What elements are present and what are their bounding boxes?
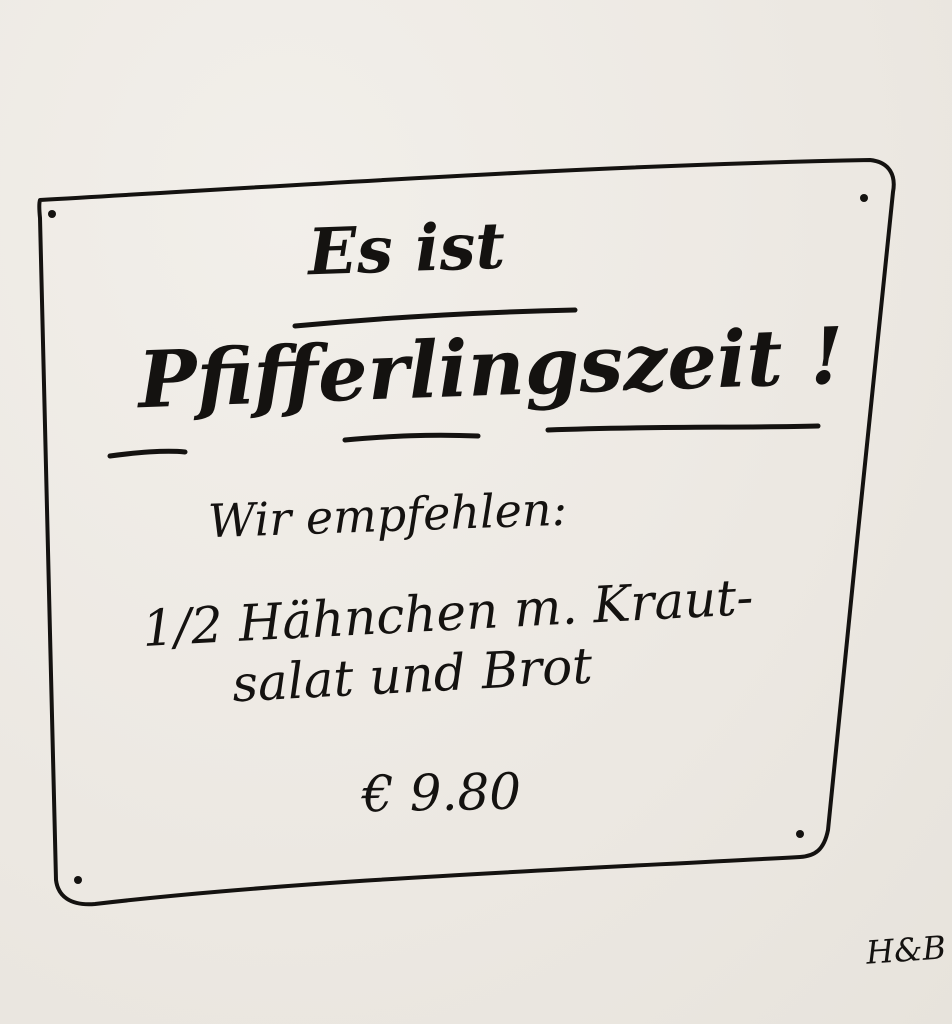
underline-title2-c <box>545 423 821 433</box>
nail-bottom-right <box>796 830 804 838</box>
artist-signature: H&B <box>864 928 948 972</box>
underline-title2-a <box>107 448 188 459</box>
nail-top-left <box>48 210 56 218</box>
nail-bottom-left <box>74 876 82 884</box>
underline-title2-b <box>342 432 481 443</box>
price-text: € 9.80 <box>361 762 522 824</box>
recommend-text: Wir empfehlen: <box>207 481 568 549</box>
sign-title-line2: Pfifferlingszeit ! <box>136 310 846 427</box>
sign-title-line1: Es ist <box>306 208 507 291</box>
nail-top-right <box>860 194 868 202</box>
